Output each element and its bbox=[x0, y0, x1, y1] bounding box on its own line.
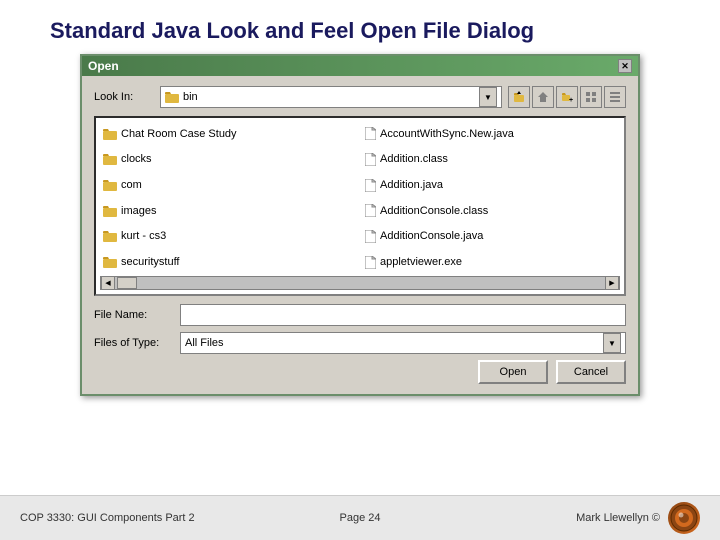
file-name-row: File Name: bbox=[94, 304, 626, 326]
footer-right: Mark Llewellyn © bbox=[473, 502, 700, 534]
file-name-label: File Name: bbox=[94, 309, 174, 321]
file-name: AccountWithSync.New.java bbox=[380, 128, 514, 140]
up-folder-icon bbox=[513, 91, 525, 103]
list-item[interactable]: appletviewer.exe bbox=[362, 250, 620, 274]
new-folder-button[interactable]: + bbox=[556, 86, 578, 108]
list-item[interactable]: securitystuff bbox=[100, 250, 358, 274]
folder-icon bbox=[103, 205, 117, 217]
list-item[interactable]: images bbox=[100, 199, 358, 223]
list-item[interactable]: AdditionConsole.class bbox=[362, 199, 620, 223]
look-in-value: bin bbox=[183, 91, 198, 103]
look-in-dropdown-arrow[interactable]: ▼ bbox=[479, 87, 497, 107]
list-item[interactable]: AdditionConsole.java bbox=[362, 225, 620, 249]
file-list-inner: Chat Room Case Study AccountWithSync.New… bbox=[100, 122, 620, 274]
file-name: AdditionConsole.class bbox=[380, 205, 488, 217]
folder-name: Chat Room Case Study bbox=[121, 128, 237, 140]
folder-name: securitystuff bbox=[121, 256, 180, 268]
logo-icon bbox=[670, 504, 698, 532]
scrollbar-left-button[interactable]: ◀ bbox=[101, 276, 115, 290]
folder-icon bbox=[165, 91, 179, 103]
list-item[interactable]: Addition.class bbox=[362, 148, 620, 172]
cancel-button[interactable]: Cancel bbox=[556, 360, 626, 384]
file-name: AdditionConsole.java bbox=[380, 230, 483, 242]
list-item[interactable]: com bbox=[100, 173, 358, 197]
file-icon bbox=[365, 153, 376, 166]
new-folder-icon: + bbox=[561, 91, 573, 103]
details-view-button[interactable] bbox=[604, 86, 626, 108]
file-name: appletviewer.exe bbox=[380, 256, 462, 268]
slide-title: Standard Java Look and Feel Open File Di… bbox=[0, 0, 720, 54]
file-name: Addition.java bbox=[380, 179, 443, 191]
file-icon bbox=[365, 230, 376, 243]
file-icon bbox=[365, 127, 376, 140]
list-item[interactable]: clocks bbox=[100, 148, 358, 172]
folder-icon bbox=[103, 128, 117, 140]
list-item[interactable]: kurt - cs3 bbox=[100, 225, 358, 249]
files-of-type-select[interactable]: All Files ▼ bbox=[180, 332, 626, 354]
list-item[interactable]: AccountWithSync.New.java bbox=[362, 122, 620, 146]
look-in-label: Look In: bbox=[94, 91, 154, 103]
dialog-titlebar: Open ✕ bbox=[82, 56, 638, 76]
open-button[interactable]: Open bbox=[478, 360, 548, 384]
toolbar-icons: + bbox=[508, 86, 626, 108]
file-icon bbox=[365, 256, 376, 269]
footer-center: Page 24 bbox=[247, 512, 474, 524]
folder-icon bbox=[103, 230, 117, 242]
home-icon bbox=[537, 91, 549, 103]
files-of-type-row: Files of Type: All Files ▼ bbox=[94, 332, 626, 354]
look-in-row: Look In: bin ▼ bbox=[94, 86, 626, 108]
list-view-button[interactable] bbox=[580, 86, 602, 108]
list-item[interactable]: Addition.java bbox=[362, 173, 620, 197]
buttons-row: Open Cancel bbox=[94, 360, 626, 384]
folder-name: clocks bbox=[121, 153, 152, 165]
scrollbar-track[interactable] bbox=[115, 277, 605, 289]
folder-name: kurt - cs3 bbox=[121, 230, 166, 242]
scrollbar-right-button[interactable]: ▶ bbox=[605, 276, 619, 290]
slide-container: Standard Java Look and Feel Open File Di… bbox=[0, 0, 720, 540]
dialog-close-button[interactable]: ✕ bbox=[618, 59, 632, 73]
files-of-type-arrow[interactable]: ▼ bbox=[603, 333, 621, 353]
folder-name: com bbox=[121, 179, 142, 191]
list-item[interactable]: Chat Room Case Study bbox=[100, 122, 358, 146]
footer-logo bbox=[668, 502, 700, 534]
list-view-icon bbox=[585, 91, 597, 103]
up-folder-button[interactable] bbox=[508, 86, 530, 108]
folder-name: images bbox=[121, 205, 156, 217]
horizontal-scrollbar[interactable]: ◀ ▶ bbox=[100, 276, 620, 290]
footer-right-text: Mark Llewellyn © bbox=[576, 512, 660, 524]
file-icon bbox=[365, 204, 376, 217]
home-button[interactable] bbox=[532, 86, 554, 108]
footer-left: COP 3330: GUI Components Part 2 bbox=[20, 512, 247, 524]
file-name-input[interactable] bbox=[180, 304, 626, 326]
folder-icon bbox=[103, 153, 117, 165]
folder-icon bbox=[103, 256, 117, 268]
file-list-area: Chat Room Case Study AccountWithSync.New… bbox=[94, 116, 626, 296]
dialog-title-text: Open bbox=[88, 59, 119, 73]
dialog-body: Look In: bin ▼ bbox=[82, 76, 638, 394]
svg-text:+: + bbox=[569, 97, 573, 103]
folder-icon bbox=[103, 179, 117, 191]
scrollbar-thumb[interactable] bbox=[117, 277, 137, 289]
files-of-type-label: Files of Type: bbox=[94, 337, 174, 349]
file-icon bbox=[365, 179, 376, 192]
slide-body: Open ✕ Look In: bin ▼ bbox=[0, 54, 720, 495]
dialog-window: Open ✕ Look In: bin ▼ bbox=[80, 54, 640, 396]
slide-footer: COP 3330: GUI Components Part 2 Page 24 … bbox=[0, 495, 720, 540]
files-of-type-value: All Files bbox=[185, 337, 224, 349]
file-name: Addition.class bbox=[380, 153, 448, 165]
look-in-combo[interactable]: bin ▼ bbox=[160, 86, 502, 108]
details-view-icon bbox=[609, 91, 621, 103]
